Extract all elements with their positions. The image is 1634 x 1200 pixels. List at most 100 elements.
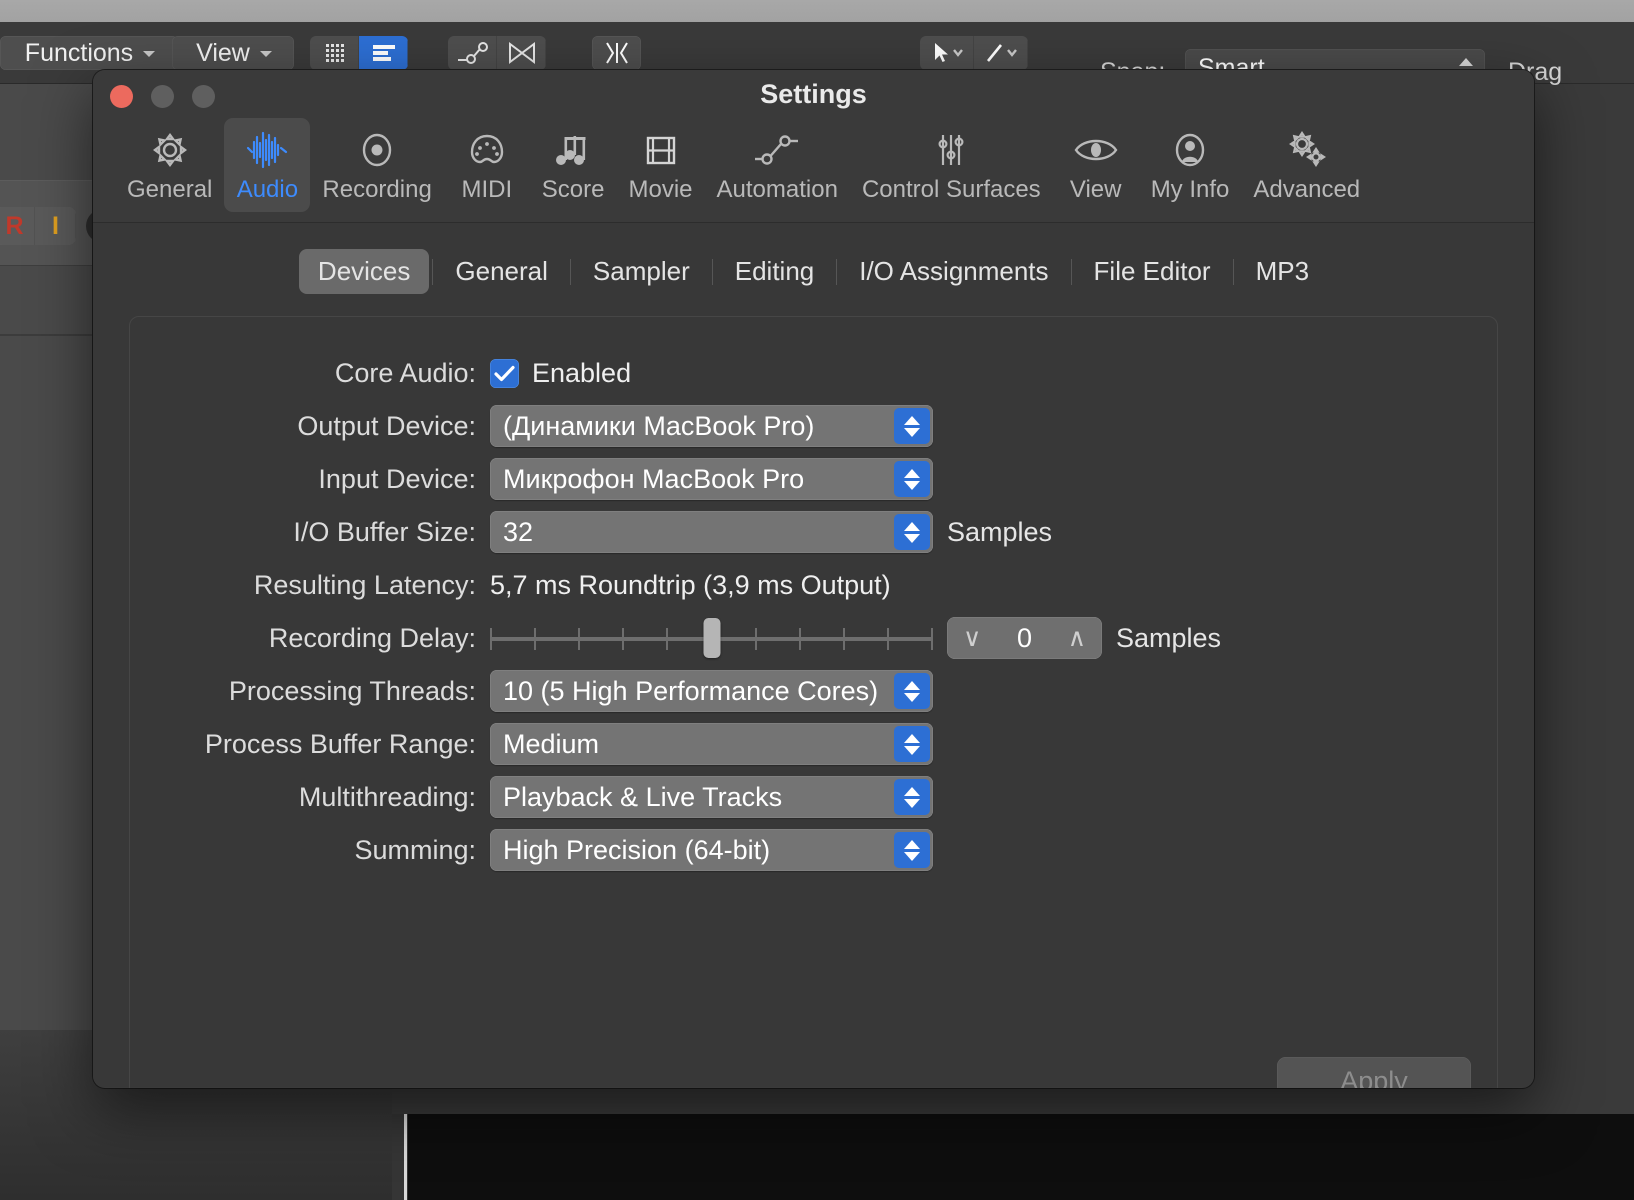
settings-toolbar-tabs[interactable]: General Audio Recording MIDI Score Movie… — [93, 118, 1534, 223]
popup-stepper-icon[interactable] — [894, 461, 930, 497]
settings-dialog: Settings General Audio Recording MIDI Sc… — [93, 70, 1534, 1088]
track-record-input-group[interactable]: R I — [0, 207, 76, 245]
io-buffer-size-value: 32 — [503, 516, 534, 547]
automation-curve-icon[interactable] — [448, 36, 497, 70]
tab-label: MIDI — [461, 176, 513, 203]
tab-recording[interactable]: Recording — [310, 118, 443, 212]
list-glyph — [372, 45, 395, 61]
track-input-monitor-button[interactable]: I — [35, 207, 76, 245]
pencil-tool-icon[interactable] — [974, 36, 1028, 70]
row-core-audio: Core Audio: Enabled — [130, 351, 1497, 395]
popup-stepper-icon[interactable] — [894, 726, 930, 762]
editing-tools-group[interactable] — [448, 36, 546, 70]
flex-icon[interactable] — [497, 36, 546, 70]
subtab-mp3[interactable]: MP3 — [1237, 249, 1328, 294]
tab-label: Audio — [236, 176, 299, 203]
multithreading-label: Multithreading: — [298, 781, 476, 812]
row-resulting-latency: Resulting Latency: 5,7 ms Roundtrip (3,9… — [130, 563, 1497, 607]
list-icon[interactable] — [359, 36, 408, 70]
popup-stepper-icon[interactable] — [894, 514, 930, 550]
tab-my-info[interactable]: My Info — [1139, 118, 1242, 212]
core-audio-label: Core Audio: — [334, 357, 476, 388]
tab-general[interactable]: General — [115, 118, 224, 212]
core-audio-checkbox-group[interactable]: Enabled — [490, 358, 631, 389]
recording-delay-unit: Samples — [1116, 622, 1222, 653]
stepper-decrement-icon[interactable]: ∨ — [963, 625, 981, 651]
tab-label: Advanced — [1253, 176, 1361, 203]
recording-delay-stepper[interactable]: ∨ 0 ∧ — [947, 617, 1102, 659]
popup-stepper-icon[interactable] — [894, 673, 930, 709]
functions-menu-button[interactable]: Functions — [0, 36, 178, 70]
input-device-value: Микрофон MacBook Pro — [503, 463, 805, 494]
devices-panel: Core Audio: Enabled Output Device: (Дина… — [129, 316, 1498, 1088]
flex-time-icon[interactable] — [592, 36, 641, 70]
process-buffer-range-popup[interactable]: Medium — [490, 723, 933, 765]
core-audio-checkbox[interactable] — [490, 358, 519, 388]
pointer-tool-group[interactable] — [920, 36, 1028, 70]
grid-glyph — [325, 44, 344, 62]
subtab-separator — [1232, 258, 1234, 285]
subtab-sampler[interactable]: Sampler — [574, 249, 709, 294]
automation-curve-glyph — [457, 42, 488, 64]
tab-advanced[interactable]: Advanced — [1241, 118, 1372, 212]
process-buffer-range-label: Process Buffer Range: — [204, 728, 476, 759]
tab-midi[interactable]: MIDI — [444, 118, 530, 212]
audio-subtab-bar[interactable]: Devices General Sampler Editing I/O Assi… — [129, 249, 1498, 294]
output-device-popup[interactable]: (Динамики MacBook Pro) — [490, 405, 933, 447]
pointer-tool-icon[interactable] — [920, 36, 974, 70]
resulting-latency-value: 5,7 ms Roundtrip (3,9 ms Output) — [490, 569, 891, 600]
output-device-label: Output Device: — [297, 410, 476, 441]
io-buffer-size-label: I/O Buffer Size: — [293, 516, 476, 547]
waveform-icon — [243, 128, 291, 172]
input-device-popup[interactable]: Микрофон MacBook Pro — [490, 458, 933, 500]
chevron-down-icon — [143, 51, 156, 57]
recording-delay-slider[interactable] — [490, 618, 933, 658]
tab-label: My Info — [1150, 176, 1230, 203]
person-icon — [1169, 128, 1211, 172]
apply-button[interactable]: Apply — [1277, 1057, 1471, 1088]
screen-root: R I Functions View Smart Drag Settings G… — [0, 0, 1634, 1200]
core-audio-checkbox-label: Enabled — [532, 357, 632, 388]
multithreading-value: Playback & Live Tracks — [503, 781, 783, 812]
tab-control-surfaces[interactable]: Control Surfaces — [850, 118, 1053, 212]
tab-view[interactable]: View — [1053, 118, 1139, 212]
process-buffer-range-value: Medium — [503, 728, 600, 759]
row-input-device: Input Device: Микрофон MacBook Pro — [130, 457, 1497, 501]
playhead-line — [404, 1114, 407, 1200]
view-mode-group[interactable] — [310, 36, 408, 70]
io-buffer-size-popup[interactable]: 32 — [490, 511, 933, 553]
subtab-separator — [1070, 258, 1072, 285]
subtab-io-assignments[interactable]: I/O Assignments — [840, 249, 1067, 294]
subtab-editing[interactable]: Editing — [716, 249, 834, 294]
dialog-title: Settings — [760, 79, 867, 109]
tab-label: Automation — [716, 176, 838, 203]
tab-audio[interactable]: Audio — [224, 118, 311, 212]
multithreading-popup[interactable]: Playback & Live Tracks — [490, 776, 933, 818]
settings-body: Devices General Sampler Editing I/O Assi… — [93, 223, 1534, 1088]
popup-stepper-icon[interactable] — [894, 408, 930, 444]
view-menu-label: View — [196, 38, 250, 67]
subtab-general[interactable]: General — [436, 249, 567, 294]
tab-label: Control Surfaces — [861, 176, 1041, 203]
processing-threads-popup[interactable]: 10 (5 High Performance Cores) — [490, 670, 933, 712]
tab-automation[interactable]: Automation — [705, 118, 850, 212]
grid-icon[interactable] — [310, 36, 359, 70]
music-notes-icon — [552, 128, 594, 172]
tab-label: Movie — [628, 176, 693, 203]
tab-movie[interactable]: Movie — [617, 118, 705, 212]
stepper-increment-icon[interactable]: ∧ — [1068, 625, 1086, 651]
summing-label: Summing: — [354, 834, 476, 865]
tab-label: View — [1069, 176, 1122, 203]
subtab-separator — [711, 258, 713, 285]
subtab-file-editor[interactable]: File Editor — [1075, 249, 1230, 294]
tab-score[interactable]: Score — [530, 118, 617, 212]
popup-stepper-icon[interactable] — [894, 779, 930, 815]
subtab-devices[interactable]: Devices — [298, 249, 430, 294]
slider-thumb[interactable] — [703, 618, 720, 658]
track-record-enable-button[interactable]: R — [0, 207, 35, 245]
row-processing-threads: Processing Threads: 10 (5 High Performan… — [130, 669, 1497, 713]
dialog-titlebar[interactable]: Settings — [93, 70, 1534, 118]
popup-stepper-icon[interactable] — [894, 832, 930, 868]
view-menu-button[interactable]: View — [172, 36, 294, 70]
summing-popup[interactable]: High Precision (64-bit) — [490, 829, 933, 871]
